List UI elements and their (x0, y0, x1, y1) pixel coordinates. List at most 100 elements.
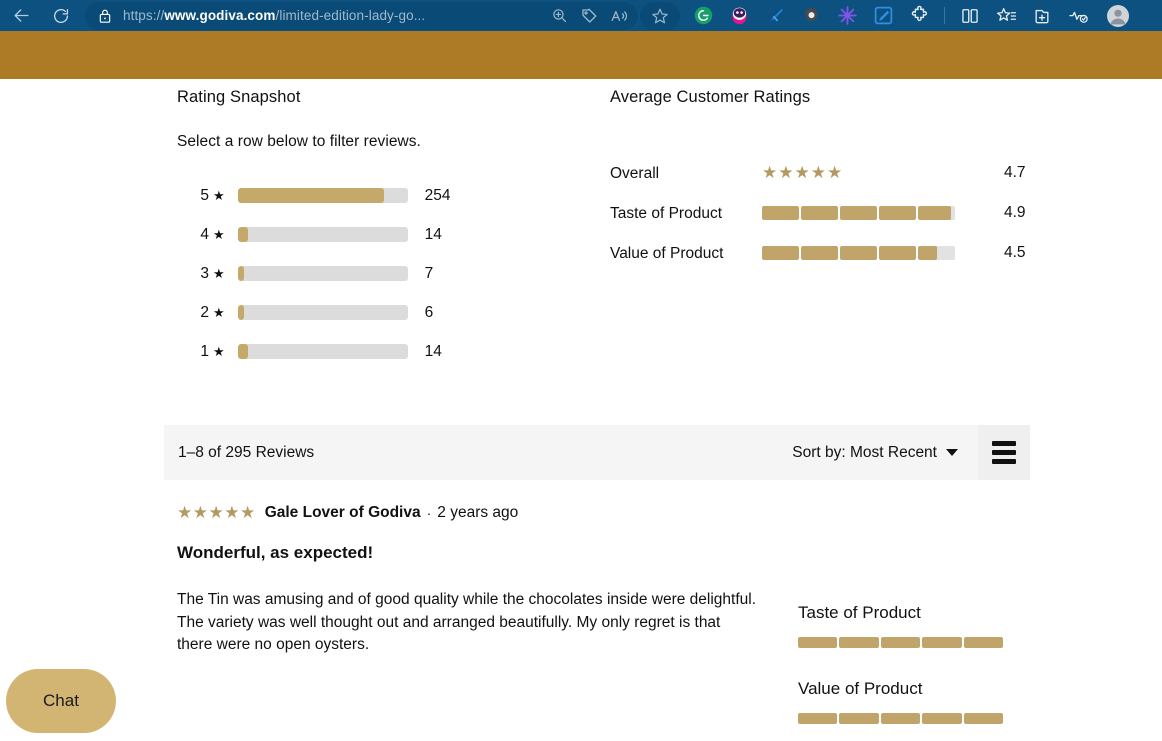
segment (918, 206, 955, 220)
histogram-fill-4 (237, 227, 248, 242)
histogram-fill-1 (237, 344, 248, 359)
url-domain: www.godiva.com (164, 8, 276, 23)
average-score-taste: 4.9 (1004, 204, 1026, 221)
review-stars-icon: ★★★★★ (177, 503, 256, 522)
aspect-taste: Taste of Product (798, 603, 1018, 648)
chevron-down-icon (946, 449, 958, 456)
average-label-taste: Taste of Product (610, 204, 723, 222)
average-label-value: Value of Product (610, 244, 724, 262)
histogram-track-5 (237, 188, 408, 203)
lock-icon (91, 8, 119, 24)
chat-button-label: Chat (43, 691, 79, 710)
segment (922, 637, 962, 648)
segment (963, 637, 1004, 648)
star-icon: ★ (213, 304, 225, 320)
average-score-value: 4.5 (1004, 244, 1026, 261)
honey-icon[interactable] (721, 2, 757, 30)
asterisk-burst-icon[interactable] (829, 2, 865, 30)
gear-icon[interactable] (793, 2, 829, 30)
zoom-in-icon[interactable] (544, 2, 574, 30)
histogram-track-3 (237, 266, 408, 281)
review-title: Wonderful, as expected! (177, 543, 374, 562)
rating-histogram: 5 ★ 254 4 ★ 14 3 ★ 7 2 ★ 6 1 ★ 14 (177, 176, 597, 371)
histogram-fill-5 (237, 188, 384, 203)
histogram-stars-3: 3 (200, 264, 209, 282)
reviews-count-label: 1–8 of 295 Reviews (178, 443, 315, 461)
address-bar-actions (544, 2, 638, 30)
url-prefix: https:// (123, 8, 165, 23)
aspect-bar-taste (798, 637, 1004, 648)
review-header: ★★★★★ Gale Lover of Godiva · 2 years ago (177, 503, 777, 523)
url-text[interactable]: https://www.godiva.com/limited-edition-l… (123, 8, 544, 23)
star-icon: ★ (213, 187, 225, 203)
address-bar[interactable]: https://www.godiva.com/limited-edition-l… (85, 1, 638, 30)
favorites-list-icon[interactable] (988, 2, 1024, 30)
segmented-bar-taste (762, 206, 955, 220)
reviews-toolbar: 1–8 of 295 Reviews Sort by: Most Recent (164, 425, 1030, 480)
segment (879, 206, 916, 220)
histogram-count-2: 6 (424, 303, 434, 321)
segment (798, 713, 838, 724)
rating-snapshot-section: Rating Snapshot Select a row below to fi… (177, 88, 597, 371)
histogram-row-2[interactable]: 2 ★ 6 (177, 293, 597, 332)
segment (880, 713, 921, 724)
favorite-star-icon[interactable] (640, 1, 680, 30)
highlighter-pen-icon[interactable] (757, 2, 793, 30)
split-screen-icon[interactable] (952, 2, 988, 30)
browser-toolbar: https://www.godiva.com/limited-edition-l… (0, 0, 1162, 31)
histogram-row-1[interactable]: 1 ★ 14 (177, 332, 597, 371)
average-score-overall: 4.7 (1004, 164, 1026, 181)
url-path: /limited-edition-lady-go... (275, 8, 426, 23)
segment (918, 246, 955, 260)
profile-avatar-icon[interactable] (1100, 2, 1136, 30)
chat-button[interactable]: Chat (6, 669, 116, 733)
histogram-row-5[interactable]: 5 ★ 254 (177, 176, 597, 215)
grammarly-icon[interactable] (685, 2, 721, 30)
reload-icon[interactable] (46, 2, 76, 30)
review-age: 2 years ago (437, 504, 519, 521)
star-icon: ★ (213, 265, 225, 281)
histogram-count-3: 7 (424, 264, 434, 282)
back-arrow-icon[interactable] (6, 2, 36, 30)
puzzle-piece-icon[interactable] (901, 2, 937, 30)
toolbar-divider (944, 7, 945, 24)
segmented-bar-value (762, 246, 955, 260)
histogram-track-2 (237, 305, 408, 320)
segment (762, 206, 799, 220)
histogram-count-1: 14 (424, 342, 442, 360)
segment (801, 246, 838, 260)
histogram-fill-3 (237, 266, 244, 281)
histogram-stars-2: 2 (200, 303, 209, 321)
histogram-count-4: 14 (424, 225, 442, 243)
aspect-value: Value of Product (798, 679, 1018, 724)
histogram-row-4[interactable]: 4 ★ 14 (177, 215, 597, 254)
hamburger-menu-icon[interactable] (978, 425, 1030, 480)
histogram-stars-1: 1 (200, 342, 209, 360)
histogram-row-3[interactable]: 3 ★ 7 (177, 254, 597, 293)
browser-essentials-icon[interactable] (1060, 2, 1096, 30)
review-aspect-ratings: Taste of Product Value of Product (798, 603, 1018, 724)
collections-add-icon[interactable] (1024, 2, 1060, 30)
segment (839, 713, 879, 724)
edit-square-icon[interactable] (865, 2, 901, 30)
histogram-stars-5: 5 (200, 186, 209, 204)
sort-by-dropdown[interactable]: Sort by: Most Recent (792, 444, 958, 462)
segment (840, 206, 877, 220)
review-body: The Tin was amusing and of good quality … (177, 591, 757, 653)
sort-by-label: Sort by: Most Recent (792, 443, 937, 461)
extensions-group (685, 2, 937, 30)
average-ratings-section: Average Customer Ratings Overall ★★★★★ 4… (610, 88, 1080, 273)
segment (762, 246, 799, 260)
star-icon: ★ (213, 226, 225, 242)
average-label-overall: Overall (610, 164, 660, 182)
average-row-overall: Overall ★★★★★ 4.7 (610, 153, 1080, 193)
histogram-count-5: 254 (424, 186, 451, 204)
read-aloud-icon[interactable] (604, 2, 634, 30)
tag-icon[interactable] (574, 2, 604, 30)
review-separator: · (426, 505, 432, 521)
rating-snapshot-title: Rating Snapshot (177, 88, 301, 106)
segment (798, 637, 838, 648)
average-row-value: Value of Product 4.5 (610, 233, 1080, 273)
segment (879, 246, 916, 260)
average-ratings-title: Average Customer Ratings (610, 88, 811, 106)
